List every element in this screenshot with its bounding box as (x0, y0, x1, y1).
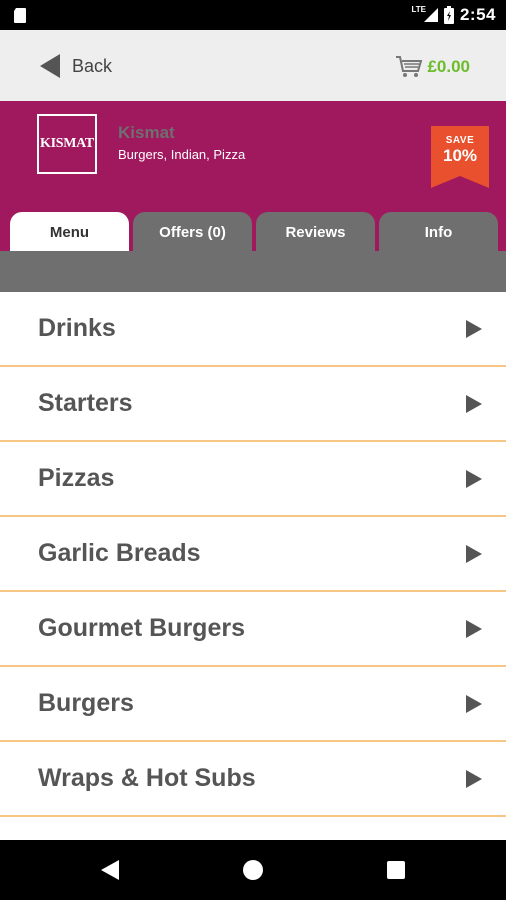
menu-category-label: Starters (38, 389, 133, 417)
tab-offers[interactable]: Offers (0) (133, 212, 252, 252)
restaurant-logo: KISMAT (37, 114, 97, 174)
chevron-right-icon (466, 620, 482, 638)
signal-icon (423, 8, 438, 22)
badge-percent: 10% (442, 146, 478, 165)
restaurant-cuisine: Burgers, Indian, Pizza (118, 147, 246, 162)
back-arrow-icon (40, 54, 60, 78)
status-bar: LTE 2:54 (0, 0, 506, 30)
nav-recents-icon[interactable] (387, 861, 405, 879)
menu-category-wraps-hot-subs[interactable]: Wraps & Hot Subs (0, 742, 506, 817)
menu-category-pizzas[interactable]: Pizzas (0, 442, 506, 517)
chevron-right-icon (466, 470, 482, 488)
cart-total: £0.00 (427, 57, 470, 76)
chevron-right-icon (466, 395, 482, 413)
network-type: LTE (411, 4, 426, 14)
menu-category-garlic-breads[interactable]: Garlic Breads (0, 517, 506, 592)
navigation-bar (0, 840, 506, 900)
menu-category-label: Wraps & Hot Subs (38, 764, 256, 792)
app-header: Back £0.00 (0, 30, 506, 101)
shopping-cart-icon (396, 56, 423, 77)
tab-label: Menu (49, 223, 90, 241)
tab-reviews[interactable]: Reviews (256, 212, 375, 252)
menu-category-label: Gourmet Burgers (38, 614, 245, 642)
tab-menu[interactable]: Menu (10, 212, 129, 252)
menu-category-burgers[interactable]: Burgers (0, 667, 506, 742)
tab-content-header (0, 251, 506, 292)
tab-info[interactable]: Info (379, 212, 498, 252)
logo-text: KISMAT (40, 136, 94, 151)
menu-category-label: Pizzas (38, 464, 115, 492)
menu-category-label: Garlic Breads (38, 539, 201, 567)
discount-badge: SAVE 10% (431, 126, 489, 188)
chevron-right-icon (466, 545, 482, 563)
tab-label: Reviews (285, 223, 346, 241)
menu-category-gourmet-burgers[interactable]: Gourmet Burgers (0, 592, 506, 667)
tab-label: Offers (0) (159, 223, 226, 241)
cart-button[interactable]: £0.00 (395, 52, 470, 82)
chevron-right-icon (466, 770, 482, 788)
sd-card-icon (14, 8, 26, 23)
menu-category-list[interactable]: Drinks Starters Pizzas Garlic Breads Gou… (0, 292, 506, 840)
status-icons: LTE 2:54 (411, 0, 496, 30)
badge-save-label: SAVE (445, 135, 475, 146)
menu-category-drinks[interactable]: Drinks (0, 292, 506, 367)
chevron-right-icon (466, 320, 482, 338)
back-button[interactable]: Back (38, 52, 112, 80)
menu-category-label: Drinks (38, 314, 116, 342)
chevron-right-icon (466, 695, 482, 713)
nav-back-icon[interactable] (101, 860, 119, 880)
menu-category-starters[interactable]: Starters (0, 367, 506, 442)
tab-label: Info (424, 223, 453, 241)
restaurant-name: Kismat (118, 123, 175, 142)
restaurant-banner: KISMAT Kismat Burgers, Indian, Pizza SAV… (0, 101, 506, 252)
menu-category-label: Burgers (38, 689, 134, 717)
status-time: 2:54 (459, 5, 496, 24)
battery-icon (443, 6, 454, 24)
back-label: Back (72, 55, 113, 76)
restaurant-tabs: Menu Offers (0) Reviews Info (10, 212, 498, 252)
nav-home-icon[interactable] (243, 860, 263, 880)
